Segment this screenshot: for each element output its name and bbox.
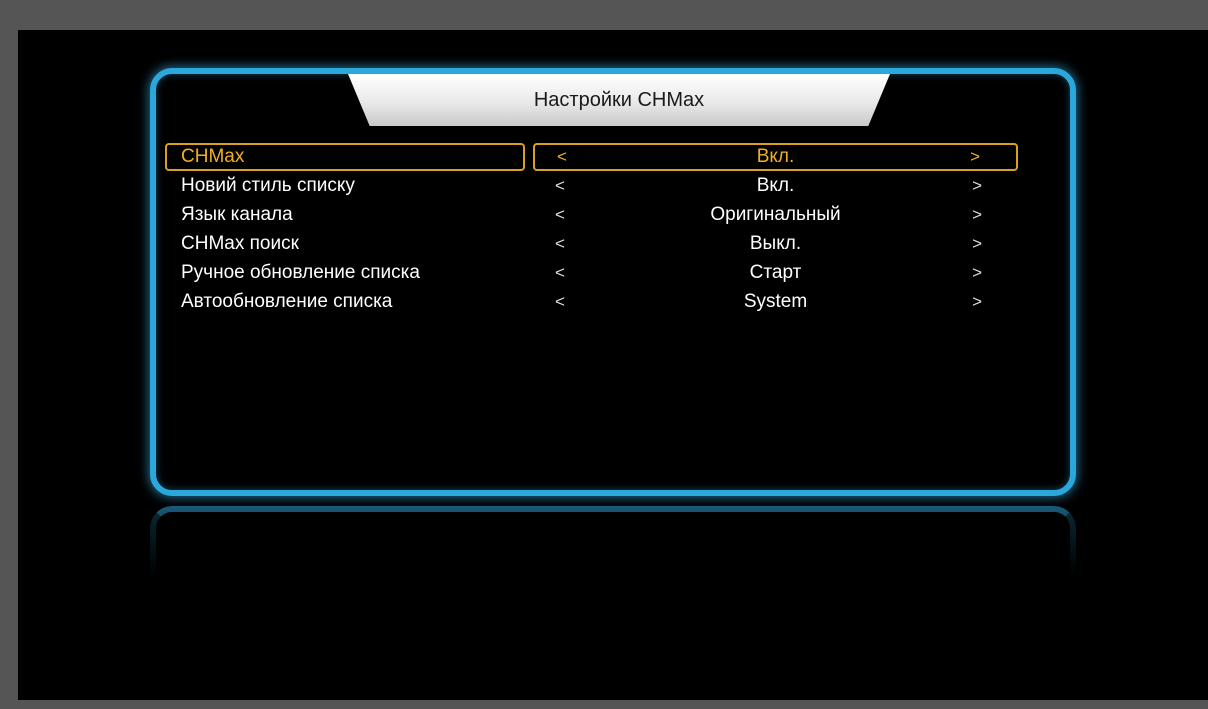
tv-screen: Настройки CHMax CHMax < Вкл. > Новий сти… bbox=[18, 30, 1208, 700]
panel-reflection bbox=[150, 506, 1076, 576]
setting-value: Вкл. bbox=[756, 175, 795, 196]
setting-value-selector[interactable]: < Вкл. > bbox=[533, 143, 1018, 171]
setting-value-selector[interactable]: < Старт > bbox=[533, 259, 1018, 287]
setting-value: System bbox=[743, 291, 808, 312]
setting-value-selector[interactable]: < Оригинальный > bbox=[533, 201, 1018, 229]
setting-label: Ручное обновление списка bbox=[181, 262, 420, 283]
setting-value-selector[interactable]: < System > bbox=[533, 288, 1018, 316]
setting-label: Автообновление списка bbox=[181, 291, 393, 312]
setting-label: CHMax поиск bbox=[181, 233, 299, 254]
setting-value: Оригинальный bbox=[710, 204, 841, 225]
arrow-right-icon[interactable]: > bbox=[972, 172, 982, 200]
page-title: Настройки CHMax bbox=[533, 89, 705, 111]
arrow-right-icon[interactable]: > bbox=[972, 201, 982, 229]
setting-value-selector[interactable]: < Вкл. > bbox=[533, 172, 1018, 200]
setting-row-chmax-search[interactable]: CHMax поиск < Выкл. > bbox=[163, 230, 1019, 258]
setting-row-manual-update[interactable]: Ручное обновление списка < Старт > bbox=[163, 259, 1019, 287]
setting-row-list-style[interactable]: Новий стиль списку < Вкл. > bbox=[163, 172, 1019, 200]
setting-value: Вкл. bbox=[756, 146, 795, 167]
setting-row-auto-update[interactable]: Автообновление списка < System > bbox=[163, 288, 1019, 316]
setting-row-channel-language[interactable]: Язык канала < Оригинальный > bbox=[163, 201, 1019, 229]
setting-row-chmax[interactable]: CHMax < Вкл. > bbox=[163, 143, 1019, 171]
setting-label: CHMax bbox=[165, 143, 525, 171]
setting-value: Выкл. bbox=[749, 233, 802, 254]
setting-value-selector[interactable]: < Выкл. > bbox=[533, 230, 1018, 258]
arrow-right-icon[interactable]: > bbox=[972, 288, 982, 316]
setting-label: Язык канала bbox=[181, 204, 293, 225]
arrow-right-icon[interactable]: > bbox=[970, 145, 980, 169]
setting-value: Старт bbox=[749, 262, 802, 283]
arrow-right-icon[interactable]: > bbox=[972, 259, 982, 287]
setting-label: Новий стиль списку bbox=[181, 175, 355, 196]
arrow-right-icon[interactable]: > bbox=[972, 230, 982, 258]
